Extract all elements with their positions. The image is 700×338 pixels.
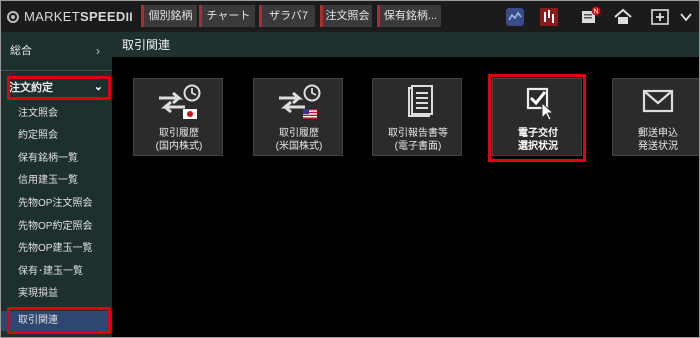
card-label: 取引履歴 (米国株式) (275, 128, 323, 152)
envelope-icon (613, 83, 699, 123)
tab-holdings[interactable]: 保有銘柄... (377, 5, 441, 27)
sidebar-item-execution-inquiry[interactable]: 約定照会 (1, 125, 112, 147)
price-chart-icon[interactable] (536, 5, 562, 29)
sidebar-item-label: 先物OP注文照会 (18, 198, 93, 209)
sidebar-item-holdings-positions[interactable]: 保有･建玉一覧 (1, 261, 112, 283)
sidebar-item-margin-positions[interactable]: 信用建玉一覧 (1, 170, 112, 192)
tab-label: 注文照会 (325, 10, 370, 22)
notification-icon[interactable]: N (577, 5, 603, 29)
card-label: 取引履歴 (国内株式) (155, 128, 203, 152)
tab-order-inquiry[interactable]: 注文照会 (320, 5, 372, 27)
sidebar-item-futures-executions[interactable]: 先物OP約定照会 (1, 216, 112, 238)
app-logo: MARKET SPEED II (7, 8, 133, 25)
main-content: 取引関連 取引履歴 (国内株式) 取引履歴 (米国株式) 取引報告書等 (電子書… (112, 32, 699, 337)
card-trade-history-us[interactable]: 取引履歴 (米国株式) (253, 78, 343, 156)
window-icon[interactable] (502, 5, 528, 29)
highlight-selected-card (488, 74, 586, 162)
sidebar-item-futures-orders[interactable]: 先物OP注文照会 (1, 193, 112, 215)
highlight-active-item (7, 307, 111, 334)
card-trade-reports[interactable]: 取引報告書等 (電子書面) (372, 78, 462, 156)
trade-history-jp-icon (134, 83, 224, 123)
logo-text-market: MARKET (24, 9, 80, 24)
tab-zaraba[interactable]: ザラバ7 (259, 5, 315, 27)
add-window-icon[interactable] (647, 5, 673, 29)
card-mail-request[interactable]: 郵送申込 発送状況 (612, 78, 699, 156)
sidebar-item-label: 実現損益 (18, 288, 58, 299)
sidebar-item-general[interactable]: 総合 › (1, 40, 112, 62)
sidebar-item-label: 注文照会 (18, 108, 58, 119)
sidebar-item-label: 先物OP建玉一覧 (18, 243, 93, 254)
chevron-right-icon: › (96, 44, 100, 58)
sidebar-item-order-inquiry[interactable]: 注文照会 (1, 103, 112, 125)
sidebar-item-holdings-list[interactable]: 保有銘柄一覧 (1, 148, 112, 170)
highlight-category (7, 76, 111, 100)
page-title: 取引関連 (112, 32, 699, 57)
tab-label: チャート (206, 10, 251, 22)
sidebar-item-label: 保有銘柄一覧 (18, 153, 78, 164)
sidebar-item-label: 約定照会 (18, 130, 58, 141)
tab-individual-stock[interactable]: 個別銘柄 (141, 5, 197, 27)
sidebar-item-label: 総合 (10, 45, 32, 57)
sidebar-item-label: 先物OP約定照会 (18, 221, 93, 232)
card-trade-history-jp[interactable]: 取引履歴 (国内株式) (133, 78, 223, 156)
logo-text-speed: SPEED (79, 9, 126, 24)
home-icon[interactable] (610, 5, 636, 29)
card-label: 取引報告書等 (電子書面) (388, 128, 448, 152)
sidebar-divider (1, 70, 112, 71)
tab-label: 保有銘柄... (383, 10, 438, 22)
top-toolbar: MARKET SPEED II 個別銘柄 チャート ザラバ7 注文照会 保有銘柄… (1, 1, 699, 32)
sidebar-item-futures-positions[interactable]: 先物OP建玉一覧 (1, 238, 112, 260)
document-icon (373, 83, 463, 123)
app-window: MARKET SPEED II 個別銘柄 チャート ザラバ7 注文照会 保有銘柄… (0, 0, 700, 338)
notification-badge: N (593, 9, 598, 16)
dropdown-icon[interactable] (676, 5, 696, 29)
tab-label: 個別銘柄 (148, 10, 193, 22)
card-label: 郵送申込 発送状況 (638, 128, 678, 152)
sidebar-item-label: 保有･建玉一覧 (18, 266, 83, 277)
logo-text-suffix: II (125, 9, 133, 24)
trade-history-us-icon (254, 83, 344, 123)
logo-gear-icon (7, 10, 19, 23)
sidebar-item-label: 信用建玉一覧 (18, 175, 78, 186)
sidebar-item-realized-pl[interactable]: 実現損益 (1, 283, 112, 305)
tab-chart[interactable]: チャート (199, 5, 255, 27)
tab-label: ザラバ7 (268, 10, 308, 22)
